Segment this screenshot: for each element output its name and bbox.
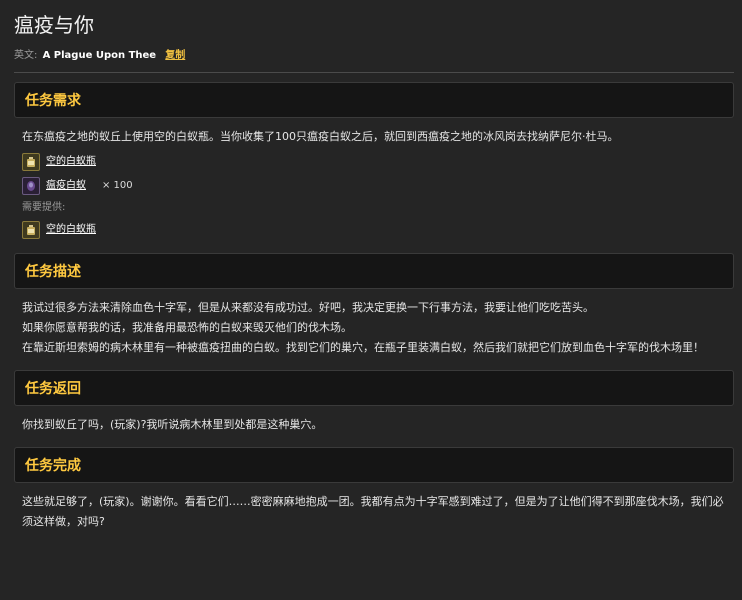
provided-item-row: 空的白蚁瓶	[22, 219, 726, 241]
description-line: 我试过很多方法来清除血色十字军，但是从来都没有成功过。好吧，我决定更换一下行事方…	[22, 301, 594, 314]
section-body-requirements: 在东瘟疫之地的蚁丘上使用空的白蚁瓶。当你收集了100只瘟疫白蚁之后，就回到西瘟疫…	[14, 118, 734, 241]
item-link-empty-bottle[interactable]: 空的白蚁瓶	[46, 152, 96, 172]
section-header-description: 任务描述	[14, 253, 734, 289]
section-header-completion: 任务完成	[14, 447, 734, 483]
required-item-row: 瘟疫白蚁 × 100	[22, 175, 726, 197]
description-line: 如果你愿意帮我的话，我准备用最恐怖的白蚁来毁灭他们的伐木场。	[22, 321, 352, 334]
requirements-text: 在东瘟疫之地的蚁丘上使用空的白蚁瓶。当你收集了100只瘟疫白蚁之后，就回到西瘟疫…	[22, 130, 619, 143]
copy-link[interactable]: 复制	[165, 50, 185, 61]
section-body-description: 我试过很多方法来清除血色十字军，但是从来都没有成功过。好吧，我决定更换一下行事方…	[14, 289, 734, 358]
section-body-progress: 你找到蚁丘了吗，(玩家)?我听说病木林里到处都是这种巢穴。	[14, 406, 734, 435]
section-body-completion: 这些就足够了，(玩家)。谢谢你。看看它们……密密麻麻地抱成一团。我都有点为十字军…	[14, 483, 734, 532]
completion-text: 这些就足够了，(玩家)。谢谢你。看看它们……密密麻麻地抱成一团。我都有点为十字军…	[22, 495, 724, 528]
item-quantity: × 100	[102, 180, 133, 191]
required-item-row: 空的白蚁瓶	[22, 151, 726, 173]
progress-text: 你找到蚁丘了吗，(玩家)?我听说病木林里到处都是这种巢穴。	[22, 418, 323, 431]
item-link-empty-bottle[interactable]: 空的白蚁瓶	[46, 220, 96, 240]
english-label: 英文:	[14, 50, 38, 61]
page-title: 瘟疫与你	[14, 13, 94, 37]
english-name-row: 英文: A Plague Upon Thee 复制	[14, 48, 734, 73]
section-header-progress: 任务返回	[14, 370, 734, 406]
english-name: A Plague Upon Thee	[42, 50, 157, 61]
quest-page: 瘟疫与你 英文: A Plague Upon Thee 复制 任务需求 在东瘟疫…	[0, 0, 742, 532]
section-header-requirements: 任务需求	[14, 82, 734, 118]
bottle-icon	[22, 221, 40, 239]
description-line: 在靠近斯坦索姆的病木林里有一种被瘟疫扭曲的白蚁。找到它们的巢穴，在瓶子里装满白蚁…	[22, 341, 704, 354]
provided-label: 需要提供:	[22, 202, 66, 213]
bottle-icon	[22, 153, 40, 171]
item-link-plague-termites[interactable]: 瘟疫白蚁	[46, 176, 86, 196]
termite-icon	[22, 177, 40, 195]
